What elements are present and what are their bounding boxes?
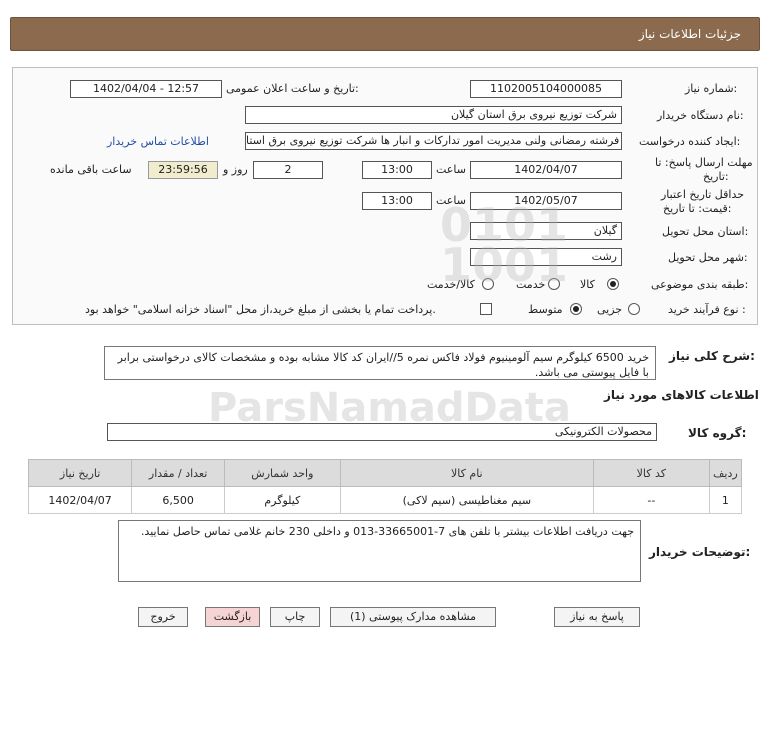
col-code: کد کالا: [592, 459, 710, 487]
creator-field: فرشته رمضانی ولنی مدیریت امور تدارکات و …: [245, 132, 622, 150]
remaining-time-field: 23:59:56: [148, 161, 218, 179]
validity-time-field: 13:00: [362, 192, 432, 210]
creator-label: ایجاد کننده درخواست:: [639, 135, 741, 148]
deadline-time-field: 13:00: [362, 161, 432, 179]
col-unit: واحد شمارش: [223, 459, 341, 487]
process-medium-radio[interactable]: [570, 303, 582, 315]
category-both-label: کالا/خدمت: [427, 278, 475, 291]
buyer-org-label: نام دستگاه خریدار:: [657, 109, 744, 122]
goods-section-title: اطلاعات کالاهای مورد نیاز: [604, 388, 759, 402]
cell-row: 1: [708, 486, 743, 514]
days-label: روز و: [223, 163, 248, 176]
goods-table: ردیف کد کالا نام کالا واحد شمارش تعداد /…: [27, 459, 743, 514]
city-label: شهر محل تحویل:: [668, 251, 748, 264]
buyer-notes-label: توضیحات خریدار:: [649, 545, 751, 559]
goods-group-field: محصولات الکترونیکی: [107, 423, 657, 441]
announce-field: 1402/04/04 - 12:57: [70, 80, 222, 98]
exit-button[interactable]: خروج: [138, 607, 188, 627]
days-count-field: 2: [253, 161, 323, 179]
attachments-button[interactable]: مشاهده مدارک پیوستی (1): [330, 607, 496, 627]
summary-label: شرح کلی نیاز:: [669, 349, 755, 363]
buyer-notes-text: جهت دریافت اطلاعات بیشتر با تلفن های 7-3…: [118, 520, 641, 582]
back-button[interactable]: بازگشت: [205, 607, 260, 627]
deadline-label: مهلت ارسال پاسخ: تا: [655, 156, 753, 169]
deadline-date-field: 1402/04/07: [470, 161, 622, 179]
reply-button[interactable]: پاسخ به نیاز: [554, 607, 640, 627]
deadline-label-date: تاریخ:: [703, 170, 729, 183]
col-row: ردیف: [708, 459, 743, 487]
category-label: طبقه بندی موضوعی:: [651, 278, 749, 291]
category-both-radio[interactable]: [482, 278, 494, 290]
process-medium-label: متوسط: [528, 303, 563, 316]
remaining-label: ساعت باقی مانده: [50, 163, 132, 176]
province-label: استان محل تحویل:: [662, 225, 749, 238]
process-label: نوع فرآیند خرید :: [668, 303, 746, 316]
city-field: رشت: [470, 248, 622, 266]
goods-table-header: ردیف کد کالا نام کالا واحد شمارش تعداد /…: [27, 459, 743, 487]
buyer-contact-link[interactable]: اطلاعات تماس خریدار: [107, 135, 209, 148]
category-goods-label: کالا: [580, 278, 595, 291]
page-header: جزئیات اطلاعات نیاز: [10, 17, 760, 51]
category-service-radio[interactable]: [548, 278, 560, 290]
need-number-label: شماره نیاز:: [685, 82, 738, 95]
cell-code: --: [592, 486, 710, 514]
print-button[interactable]: چاپ: [270, 607, 320, 627]
province-field: گیلان: [470, 222, 622, 240]
treasury-payment-checkbox[interactable]: [480, 303, 492, 315]
validity-label-date: قیمت: تا تاریخ:: [663, 202, 732, 215]
validity-label: حداقل تاریخ اعتبار: [661, 188, 745, 201]
cell-name: سیم مغناطیسی (سیم لاکی): [339, 486, 594, 514]
page-title: جزئیات اطلاعات نیاز: [638, 27, 741, 41]
cell-need-date: 1402/04/07: [27, 486, 133, 514]
table-row: 1 -- سیم مغناطیسی (سیم لاکی) کیلوگرم 6,5…: [27, 486, 743, 514]
validity-time-label: ساعت: [436, 194, 466, 207]
validity-date-field: 1402/05/07: [470, 192, 622, 210]
col-name: نام کالا: [339, 459, 594, 487]
category-goods-radio[interactable]: [607, 278, 619, 290]
deadline-time-label: ساعت: [436, 163, 466, 176]
goods-group-label: گروه کالا:: [688, 426, 747, 440]
category-service-label: خدمت: [516, 278, 546, 291]
process-minor-radio[interactable]: [628, 303, 640, 315]
col-need-date: تاریخ نیاز: [27, 459, 133, 487]
summary-text: خرید 6500 کیلوگرم سیم آلومینیوم فولاد فا…: [104, 346, 656, 380]
buyer-org-field: شرکت توزیع نیروی برق استان گیلان: [245, 106, 622, 124]
cell-unit: کیلوگرم: [223, 486, 341, 514]
treasury-payment-note: پرداخت تمام یا بخشی از مبلغ خرید،از محل …: [85, 303, 436, 316]
need-number-field: 1102005104000085: [470, 80, 622, 98]
cell-quantity: 6,500: [131, 486, 225, 514]
announce-label: تاریخ و ساعت اعلان عمومی:: [226, 82, 359, 95]
process-minor-label: جزیی: [597, 303, 623, 316]
col-quantity: تعداد / مقدار: [131, 459, 225, 487]
